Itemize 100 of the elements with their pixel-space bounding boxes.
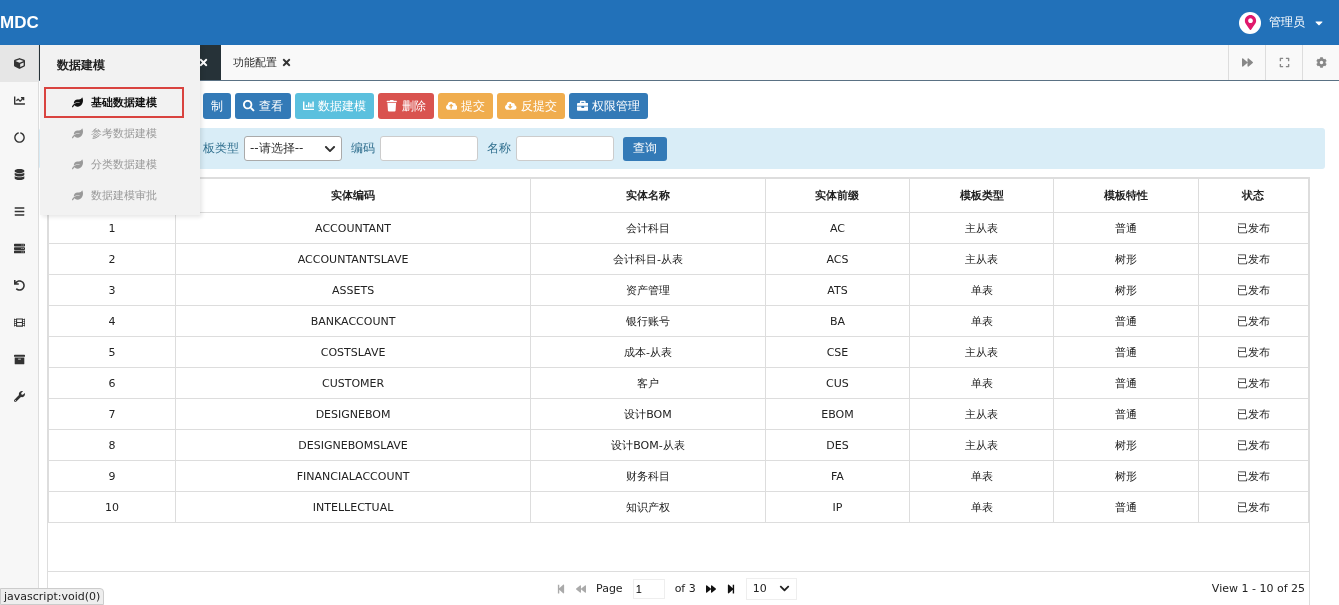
cloud-download-icon — [505, 100, 517, 112]
table-cell: FA — [765, 460, 910, 492]
table-cell: 会计科目 — [530, 212, 766, 244]
menu-item[interactable]: 分类数据建模 — [44, 149, 184, 180]
bar-chart-icon — [302, 100, 314, 112]
cloud-upload-icon — [445, 100, 457, 112]
table-cell: EBOM — [765, 398, 910, 430]
table-cell: 单表 — [909, 274, 1054, 306]
table-cell: ASSETS — [175, 274, 531, 306]
table-cell: DES — [765, 429, 910, 461]
table-cell: 树形 — [1053, 243, 1198, 275]
fullscreen-icon — [1278, 57, 1290, 68]
table-cell: 已发布 — [1198, 336, 1309, 368]
table-cell: 设计BOM — [530, 398, 766, 430]
table-cell: 普通 — [1053, 212, 1198, 244]
sidebar-item[interactable] — [0, 45, 38, 82]
type-select[interactable]: --请选择-- — [244, 136, 342, 161]
table-cell: 10 — [48, 491, 176, 523]
table-cell: ACS — [765, 243, 910, 275]
page-size-select[interactable]: 10 — [745, 577, 797, 600]
close-icon[interactable] — [281, 57, 292, 68]
table-cell: 4 — [48, 305, 176, 337]
cube-icon — [13, 58, 25, 69]
last-page-icon[interactable] — [725, 583, 736, 594]
settings-icon — [1315, 57, 1327, 68]
database-icon — [13, 169, 25, 180]
chart-icon — [13, 95, 25, 106]
table-cell: 8 — [48, 429, 176, 461]
server-icon — [13, 243, 25, 254]
forward-icon — [1241, 57, 1253, 68]
field-label: 名称 — [487, 140, 511, 157]
trash-icon — [386, 100, 398, 112]
table-cell: 成本-从表 — [530, 336, 766, 368]
menu-item[interactable]: 参考数据建模 — [44, 118, 184, 149]
table-cell: 9 — [48, 460, 176, 492]
toolbar-button[interactable]: 删除 — [378, 93, 434, 119]
table-cell: ATS — [765, 274, 910, 306]
table-cell: 银行账号 — [530, 305, 766, 337]
menu-item[interactable]: 基础数据建模 — [44, 87, 184, 118]
table-cell: CUS — [765, 367, 910, 399]
table-cell: 主从表 — [909, 398, 1054, 430]
table-cell: 树形 — [1053, 429, 1198, 461]
table-cell: 普通 — [1053, 367, 1198, 399]
leaf-icon — [72, 190, 83, 201]
toolbar-button[interactable]: 制 — [203, 93, 231, 119]
table-cell: 5 — [48, 336, 176, 368]
table-cell: DESIGNEBOMSLAVE — [175, 429, 531, 461]
leaf-icon — [72, 159, 83, 170]
location-pin-icon — [1239, 11, 1261, 34]
table-cell: 主从表 — [909, 212, 1054, 244]
table-cell: IP — [765, 491, 910, 523]
close-icon[interactable] — [198, 57, 209, 68]
table-cell: 已发布 — [1198, 274, 1309, 306]
wrench-icon — [13, 391, 25, 402]
record-count: View 1 - 10 of 25 — [1211, 582, 1305, 595]
table-cell: CSE — [765, 336, 910, 368]
input-field[interactable] — [516, 136, 614, 161]
table-cell: 已发布 — [1198, 429, 1309, 461]
menu-title: 数据建模 — [56, 57, 106, 74]
leaf-icon — [72, 97, 83, 108]
table-cell: 6 — [48, 367, 176, 399]
table-cell: FINANCIALACCOUNT — [175, 460, 531, 492]
table-cell: 设计BOM-从表 — [530, 429, 766, 461]
table-cell: 单表 — [909, 367, 1054, 399]
user-menu[interactable]: 管理员 — [1269, 14, 1305, 31]
table-cell: 普通 — [1053, 398, 1198, 430]
column-header: 实体名称 — [530, 178, 766, 213]
status-bar: javascript:void(0) — [0, 588, 105, 605]
table-cell: COSTSLAVE — [175, 336, 531, 368]
table-cell: 会计科目-从表 — [530, 243, 766, 275]
table-cell: 已发布 — [1198, 460, 1309, 492]
page-count: of 3 — [674, 582, 696, 595]
next-page-icon[interactable] — [705, 583, 716, 594]
input-field[interactable] — [380, 136, 478, 161]
table-cell: AC — [765, 212, 910, 244]
table-cell: BANKACCOUNT — [175, 305, 531, 337]
tab[interactable]: 功能配置 — [221, 45, 304, 80]
column-header: 实体前缀 — [765, 178, 910, 213]
leaf-icon — [72, 128, 83, 139]
table-cell: 已发布 — [1198, 243, 1309, 275]
logo: MDC — [0, 12, 39, 33]
menu-icon — [13, 206, 25, 217]
table-cell: INTELLECTUAL — [175, 491, 531, 523]
table-cell: 单表 — [909, 305, 1054, 337]
table-cell: 已发布 — [1198, 398, 1309, 430]
page-input[interactable]: 1 — [632, 578, 665, 599]
table-cell: 2 — [48, 243, 176, 275]
table-cell: CUSTOMER — [175, 367, 531, 399]
table-cell: 普通 — [1053, 336, 1198, 368]
undo-icon — [13, 280, 25, 291]
table-cell: 客户 — [530, 367, 766, 399]
toolbar-button[interactable]: 权限管理 — [568, 93, 648, 119]
query-button[interactable]: 查询 — [623, 136, 667, 161]
search-icon — [243, 100, 255, 112]
table-cell: 树形 — [1053, 274, 1198, 306]
toolbar-button[interactable]: 查看 — [235, 93, 291, 119]
table-cell: 知识产权 — [530, 491, 766, 523]
table-cell: 主从表 — [909, 243, 1054, 275]
table-cell: DESIGNEBOM — [175, 398, 531, 430]
table-cell: 主从表 — [909, 429, 1054, 461]
